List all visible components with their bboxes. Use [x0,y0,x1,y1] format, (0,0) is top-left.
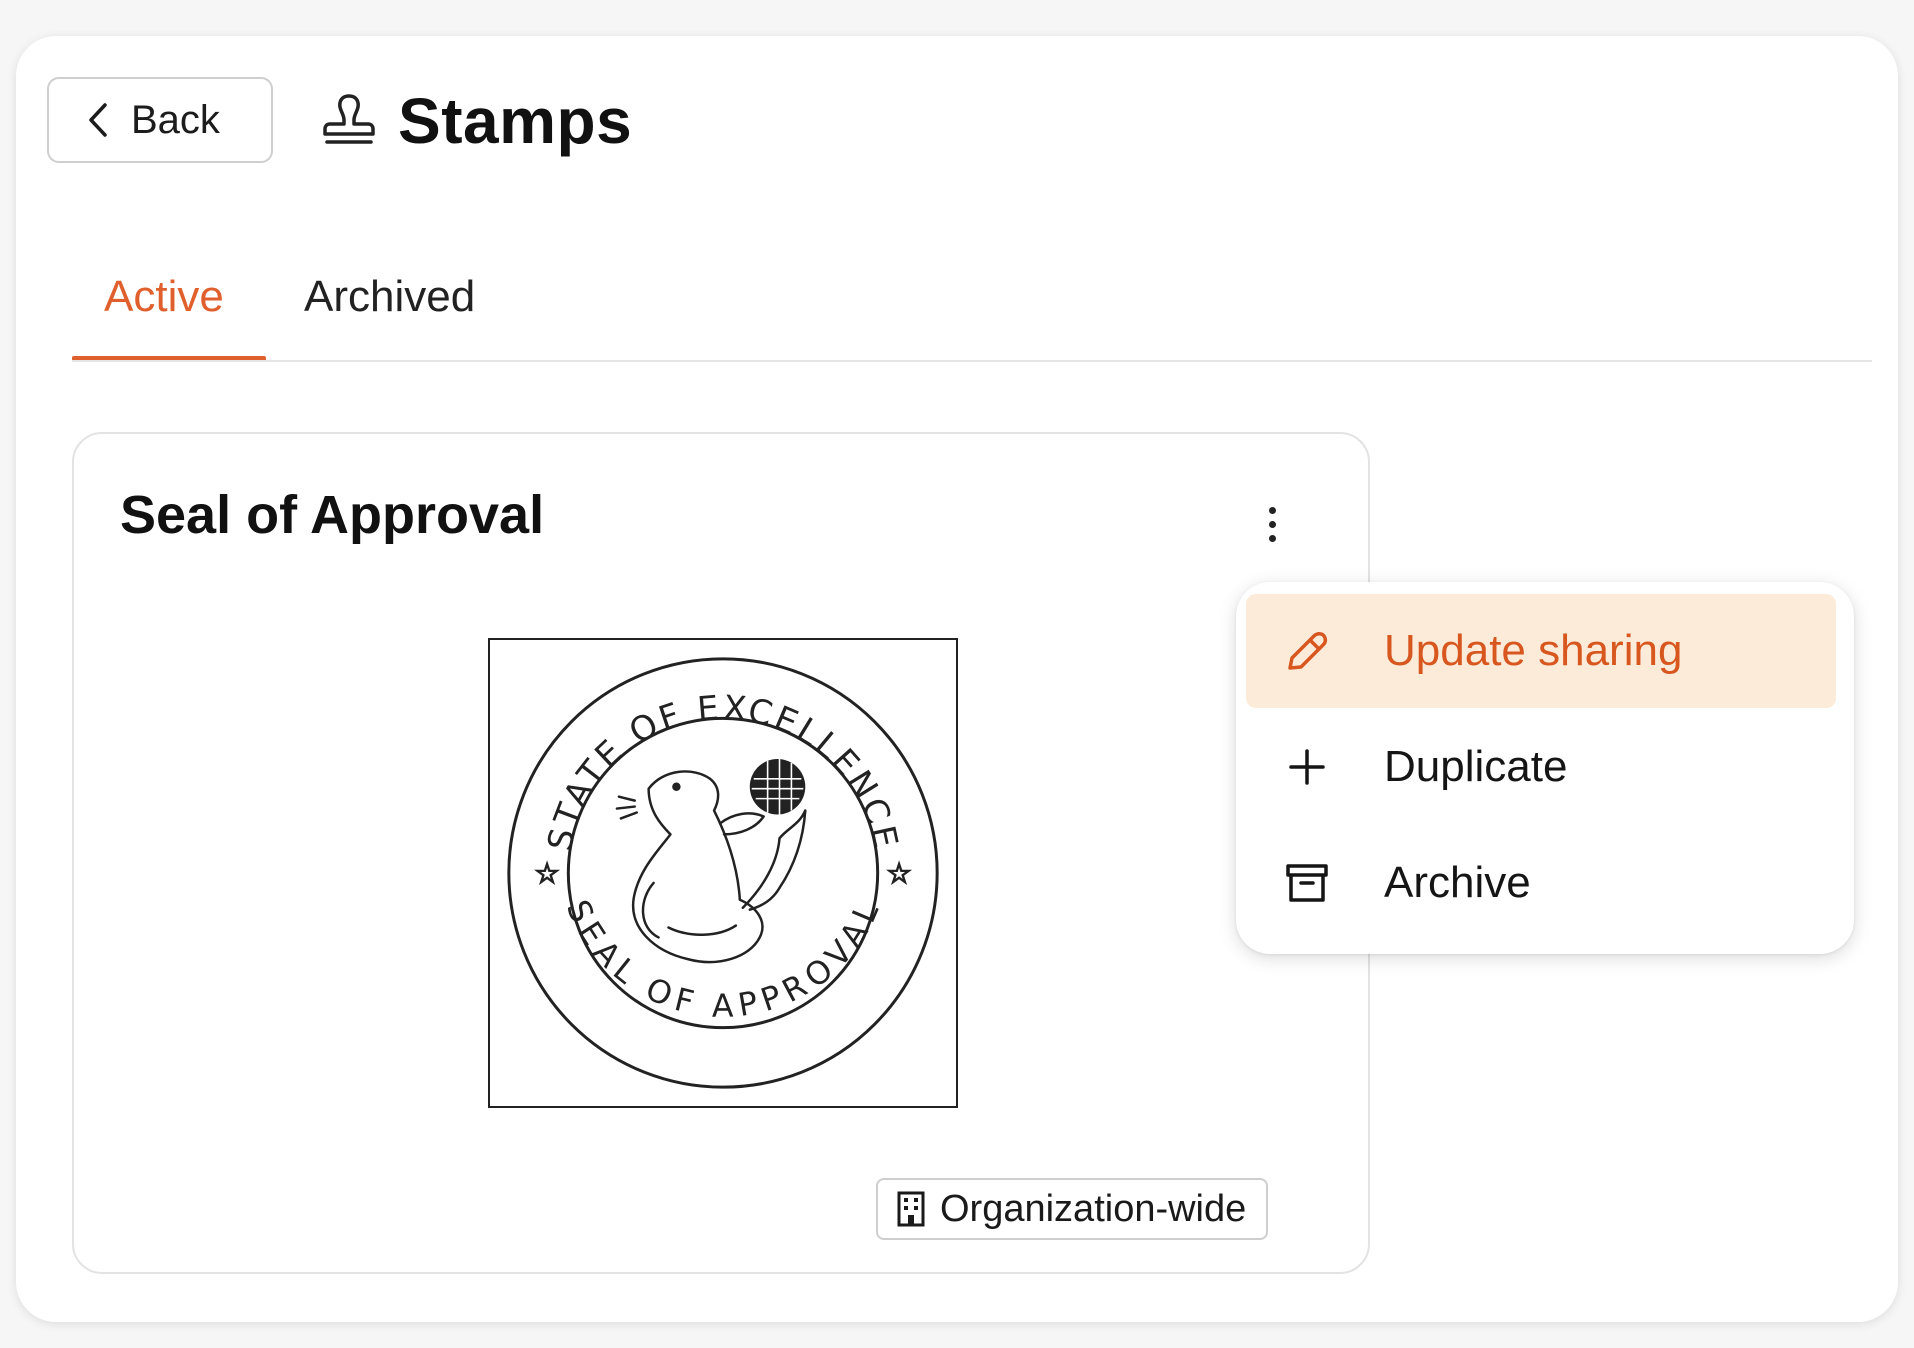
plus-icon [1282,742,1332,792]
seal-image: STATE OF EXCELLENCE SEAL OF APPROVAL ☆ ☆ [488,638,958,1108]
sharing-badge: Organization-wide [876,1178,1269,1240]
tab-archived-label: Archived [304,272,476,321]
duplicate-menu-item[interactable]: Duplicate [1246,710,1836,824]
svg-text:☆: ☆ [535,857,560,890]
pencil-icon [1282,626,1332,676]
tabs-divider [72,360,1872,362]
tab-active[interactable]: Active [104,258,224,358]
back-button[interactable]: Back [47,77,273,163]
archive-box-icon [1282,858,1332,908]
more-options-icon[interactable] [1254,494,1290,554]
stamp-actions-menu: Update sharing Duplicate Archive [1236,582,1854,954]
archive-menu-item[interactable]: Archive [1246,826,1836,940]
duplicate-label: Duplicate [1384,742,1568,791]
update-sharing-menu-item[interactable]: Update sharing [1246,594,1836,708]
chevron-left-icon [87,102,109,138]
back-button-label: Back [131,97,220,142]
stamp-card[interactable]: Seal of Approval STATE OF EXCELLENCE SEA… [72,432,1370,1274]
archive-label: Archive [1384,858,1531,907]
stamp-card-title: Seal of Approval [120,485,545,545]
page-title-group: Stamps [318,82,632,160]
building-icon [896,1190,926,1228]
stamp-icon [318,90,380,152]
svg-text:☆: ☆ [887,857,912,890]
page-title: Stamps [398,85,633,157]
tab-active-label: Active [104,272,224,321]
tab-archived[interactable]: Archived [304,258,475,358]
update-sharing-label: Update sharing [1384,626,1683,675]
sharing-badge-label: Organization-wide [940,1187,1247,1230]
